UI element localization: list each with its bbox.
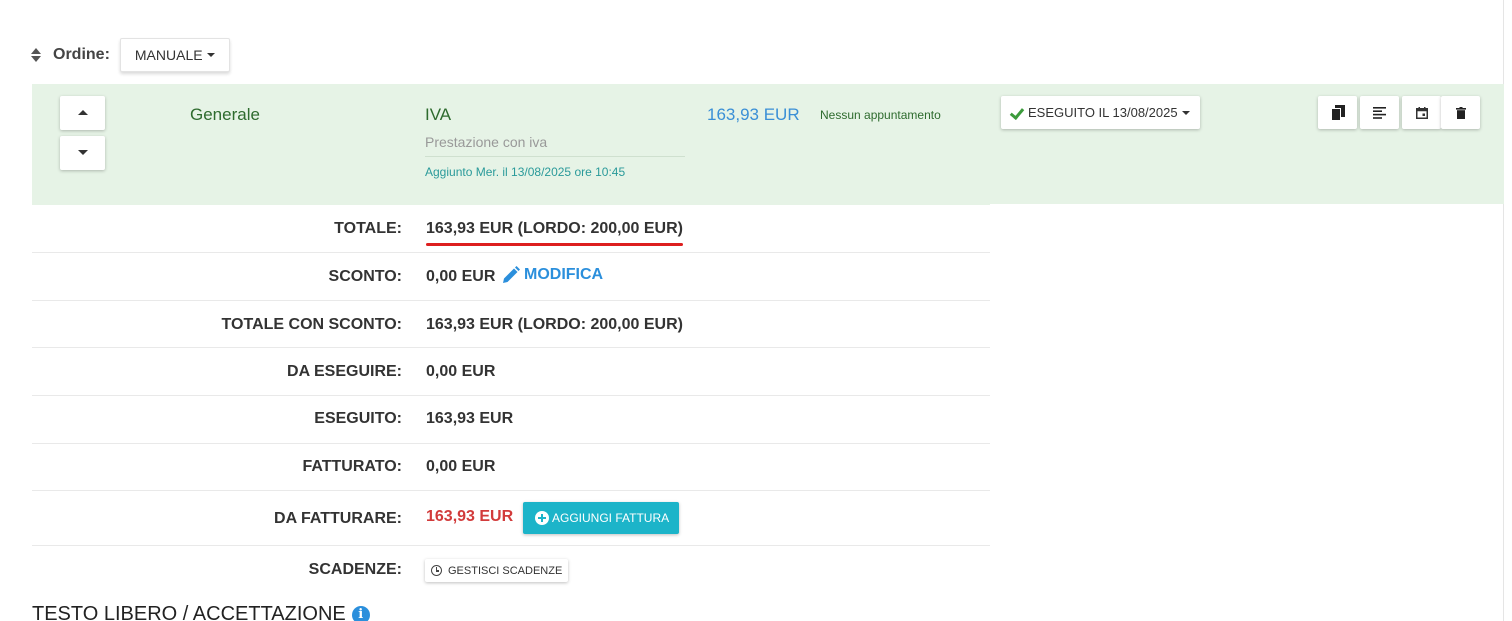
order-label: Ordine:	[53, 46, 110, 63]
copy-button[interactable]	[1318, 96, 1357, 129]
service-name: IVA	[425, 105, 452, 124]
add-invoice-label: AGGIUNGI FATTURA	[552, 511, 670, 525]
execution-status-dropdown[interactable]: ESEGUITO IL 13/08/2025	[1001, 96, 1200, 129]
schedule-button[interactable]	[1402, 96, 1441, 129]
eseguito-label: ESEGUITO:	[314, 410, 402, 427]
summary-row-da-eseguire: DA ESEGUIRE: 0,00 EUR	[32, 348, 990, 396]
order-mode-dropdown[interactable]: MANUALE	[119, 38, 230, 72]
edit-discount-label: MODIFICA	[524, 266, 604, 283]
totale-sconto-label: TOTALE CON SCONTO:	[221, 316, 402, 333]
caret-down-icon	[78, 150, 88, 155]
order-mode-label: MANUALE	[134, 47, 203, 63]
summary-row-fatturato: FATTURATO: 0,00 EUR	[32, 444, 990, 491]
copy-icon	[1330, 104, 1345, 121]
totale-value: 163,93 EUR (LORDO: 200,00 EUR)	[426, 220, 683, 237]
totale-highlight-underline	[426, 243, 683, 246]
service-divider	[425, 156, 685, 157]
free-text-title: TESTO LIBERO / ACCETTAZIONE	[32, 603, 346, 621]
edit-discount-link[interactable]: MODIFICA	[502, 266, 603, 284]
plus-circle-icon	[535, 511, 549, 525]
calendar-icon	[1415, 106, 1428, 119]
pencil-icon	[503, 266, 520, 283]
eseguito-value: 163,93 EUR	[426, 410, 514, 427]
item-category: Generale	[190, 105, 260, 124]
caret-down-icon	[206, 53, 215, 57]
summary-row-da-fatturare: DA FATTURARE: 163,93 EUR	[32, 491, 990, 546]
move-up-button[interactable]	[60, 96, 105, 130]
execution-status-label: ESEGUITO IL 13/08/2025	[1028, 105, 1178, 120]
info-icon[interactable]: i	[351, 605, 370, 621]
fatturato-value: 0,00 EUR	[426, 458, 496, 475]
appointment-status: Nessun appuntamento	[820, 108, 941, 122]
da-fatturare-value: 163,93 EUR	[426, 508, 514, 525]
move-down-button[interactable]	[60, 136, 105, 170]
manage-deadlines-label: GESTISCI SCADENZE	[448, 564, 563, 577]
delete-button[interactable]	[1441, 96, 1480, 129]
sort-icon	[30, 47, 42, 63]
summary-row-totale-sconto: TOTALE CON SCONTO: 163,93 EUR (LORDO: 20…	[32, 301, 990, 348]
order-bar: Ordine: MANUALE	[30, 38, 230, 72]
service-item-row: Generale IVA Prestazione con iva Aggiunt…	[32, 84, 1504, 204]
clock-icon	[431, 565, 442, 576]
da-eseguire-value: 0,00 EUR	[426, 363, 496, 380]
totale-sconto-value: 163,93 EUR (LORDO: 200,00 EUR)	[426, 316, 683, 333]
item-price: 163,93 EUR	[707, 105, 800, 124]
sconto-value: 0,00 EUR	[426, 268, 496, 285]
da-eseguire-label: DA ESEGUIRE:	[287, 363, 402, 380]
totale-label: TOTALE:	[334, 220, 402, 237]
service-description: Prestazione con iva	[425, 134, 548, 150]
check-icon	[1011, 107, 1024, 118]
caret-down-icon	[1181, 110, 1190, 115]
summary-row-eseguito: ESEGUITO: 163,93 EUR	[32, 396, 990, 444]
scadenze-label: SCADENZE:	[308, 561, 402, 578]
caret-up-icon	[78, 110, 88, 115]
service-added-info: Aggiunto Mer. il 13/08/2025 ore 10:45	[425, 165, 626, 179]
da-fatturare-label: DA FATTURARE:	[274, 510, 402, 527]
text-lines-icon	[1373, 106, 1386, 119]
free-text-heading: TESTO LIBERO / ACCETTAZIONE i	[32, 603, 370, 621]
add-invoice-button[interactable]: AGGIUNGI FATTURA	[523, 502, 680, 534]
trash-icon	[1455, 106, 1466, 119]
notes-button[interactable]	[1360, 96, 1399, 129]
manage-deadlines-button[interactable]: GESTISCI SCADENZE	[425, 559, 569, 582]
fatturato-label: FATTURATO:	[302, 458, 402, 475]
sconto-label: SCONTO:	[328, 268, 402, 285]
